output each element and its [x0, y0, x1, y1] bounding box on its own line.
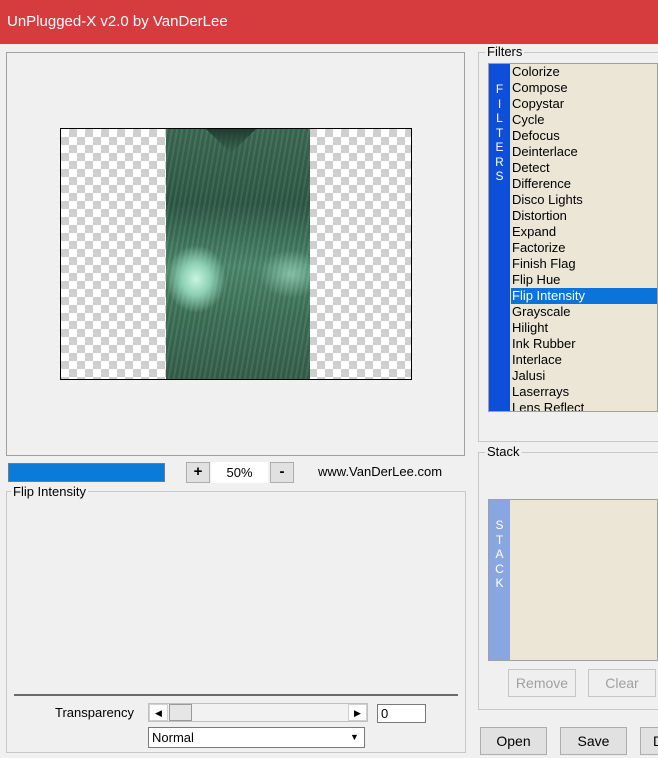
strip-letter: C — [495, 561, 504, 576]
remove-button[interactable]: Remove — [508, 669, 576, 697]
stack-label: Stack — [485, 444, 522, 459]
preview-canvas[interactable] — [60, 128, 412, 380]
transparency-label: Transparency — [55, 705, 134, 720]
save-button[interactable]: Save — [560, 727, 627, 755]
filters-vertical-label: FILTERS — [489, 64, 510, 411]
filter-item[interactable]: Flip Intensity — [511, 288, 657, 304]
window-title: UnPlugged-X v2.0 by VanDerLee — [7, 13, 228, 30]
open-button[interactable]: Open — [480, 727, 547, 755]
strip-letter: I — [497, 96, 502, 111]
preview-panel — [6, 52, 465, 456]
filter-items: Colorize Compose Copystar Cycle Defocus Deint… — [511, 64, 657, 411]
blend-mode-value: Normal — [152, 730, 194, 745]
strip-letter: S — [495, 169, 504, 183]
filters-label: Filters — [485, 44, 525, 59]
clear-button[interactable]: Clear — [588, 669, 656, 697]
filter-item[interactable]: Copystar — [511, 96, 657, 112]
preview-image — [166, 129, 310, 379]
transparency-slider[interactable]: ◀ ▶ — [148, 703, 368, 722]
progress-fill — [9, 464, 164, 481]
divider — [14, 694, 458, 696]
preview-image-detail — [206, 129, 256, 153]
filter-item[interactable]: Hilight — [511, 320, 657, 336]
title-bar: UnPlugged-X v2.0 by VanDerLee — [0, 0, 658, 44]
filter-item[interactable]: Finish Flag — [511, 256, 657, 272]
strip-letter: T — [495, 532, 504, 547]
slider-thumb[interactable] — [169, 704, 192, 721]
filter-item[interactable]: Compose — [511, 80, 657, 96]
transparency-input[interactable]: 0 — [377, 704, 426, 723]
filter-params-label: Flip Intensity — [11, 484, 88, 499]
blend-mode-select[interactable]: Normal ▼ — [148, 727, 365, 748]
zoom-in-button[interactable]: + — [186, 462, 210, 483]
filter-item[interactable]: Ink Rubber — [511, 336, 657, 352]
filter-item[interactable]: Detect — [511, 160, 657, 176]
filter-item[interactable]: Expand — [511, 224, 657, 240]
filter-item[interactable]: Disco Lights — [511, 192, 657, 208]
filter-item[interactable]: Lens Reflect — [511, 400, 657, 411]
filter-item[interactable]: Flip Hue — [511, 272, 657, 288]
zoom-value: 50% — [211, 462, 268, 483]
filter-item[interactable]: Colorize — [511, 64, 657, 80]
stack-vertical-label: STACK — [489, 500, 510, 660]
strip-letter: L — [496, 111, 503, 125]
filter-item[interactable]: Grayscale — [511, 304, 657, 320]
filter-item[interactable]: Distortion — [511, 208, 657, 224]
filter-item[interactable]: Difference — [511, 176, 657, 192]
filter-item[interactable]: Jalusi — [511, 368, 657, 384]
zoom-out-button[interactable]: - — [270, 462, 294, 483]
strip-letter: A — [495, 547, 504, 561]
filter-item[interactable]: Factorize — [511, 240, 657, 256]
chevron-down-icon[interactable]: ▼ — [346, 729, 363, 746]
strip-letter: K — [495, 576, 504, 590]
strip-letter: T — [495, 125, 504, 140]
strip-letter: R — [495, 154, 504, 169]
partial-button[interactable]: D — [640, 727, 658, 755]
filter-list[interactable]: FILTERS Colorize Compose Copystar Cycle Defo… — [488, 63, 658, 412]
filter-item[interactable]: Defocus — [511, 128, 657, 144]
slider-right-arrow-icon[interactable]: ▶ — [348, 704, 367, 721]
website-link[interactable]: www.VanDerLee.com — [318, 463, 442, 481]
strip-letter: E — [495, 140, 504, 154]
strip-letter: S — [495, 518, 504, 532]
filter-item[interactable]: Interlace — [511, 352, 657, 368]
filter-item[interactable]: Laserrays — [511, 384, 657, 400]
slider-left-arrow-icon[interactable]: ◀ — [149, 704, 168, 721]
progress-bar — [8, 463, 165, 482]
stack-list[interactable]: STACK — [488, 499, 658, 661]
filter-item[interactable]: Deinterlace — [511, 144, 657, 160]
strip-letter: F — [495, 82, 504, 96]
filter-item[interactable]: Cycle — [511, 112, 657, 128]
